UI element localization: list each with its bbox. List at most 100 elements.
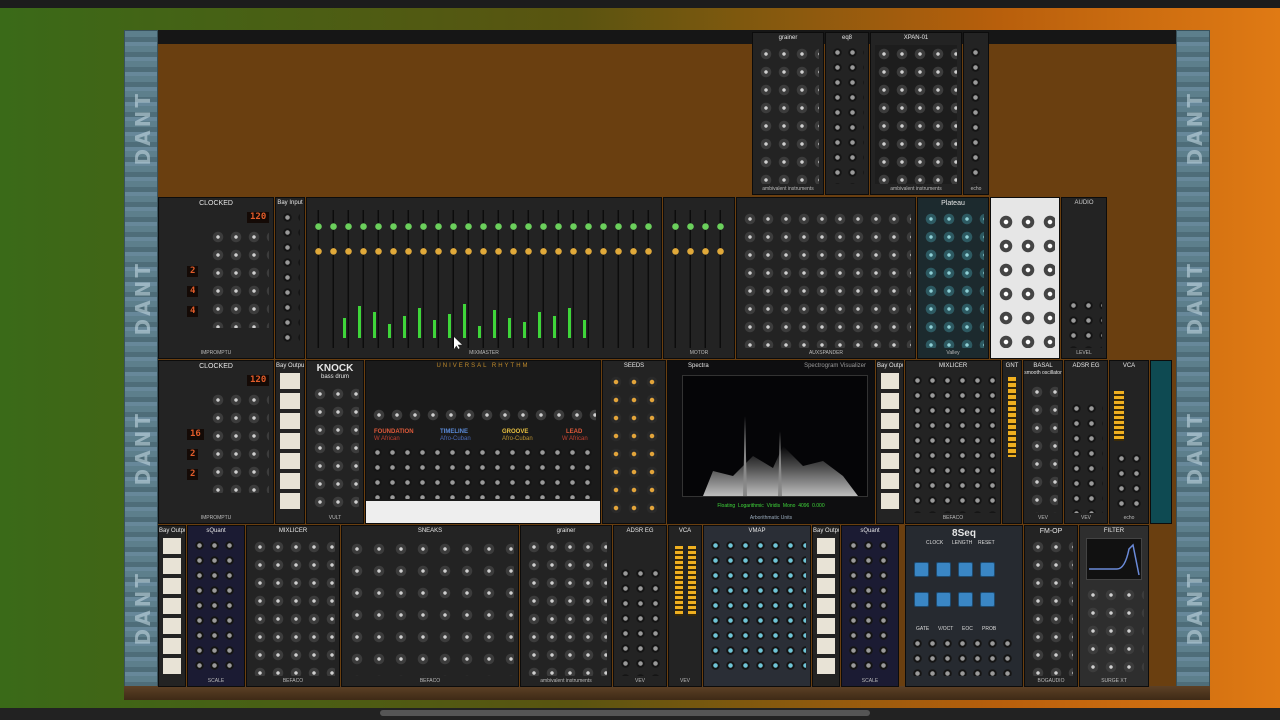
aux-strips[interactable] [668, 210, 730, 348]
module-vca-3[interactable]: VCA VEV [668, 525, 702, 687]
module-squant-1[interactable]: sQuant SCALE [187, 525, 245, 687]
spectra-settings[interactable]: Floating Logarithmic Viridis Mono 4096 0… [668, 503, 874, 509]
step-pad[interactable] [914, 592, 929, 607]
module-basal[interactable]: BASAL smooth oscillator VEV [1023, 360, 1063, 524]
horizontal-scrollbar[interactable] [0, 708, 1280, 720]
jack-grid[interactable] [370, 445, 596, 499]
module-fm-op[interactable]: FM-OP BOGAUDIO [1024, 525, 1078, 687]
module-audio[interactable]: AUDIO LEVEL [1061, 197, 1107, 359]
fader-level[interactable] [388, 324, 391, 338]
fader-level[interactable] [568, 308, 571, 338]
module-xpan[interactable]: XPAN-01 ambivalent instruments [870, 32, 962, 195]
module-vmap[interactable]: VMAP [703, 525, 811, 687]
step-pad[interactable] [958, 562, 973, 577]
jack-grid[interactable] [708, 538, 806, 676]
fader-level[interactable] [553, 316, 556, 338]
module-seeds[interactable]: SEEDS [602, 360, 666, 524]
module-bay-output-3b[interactable]: Bay Output [812, 525, 840, 687]
module-vca-2[interactable]: VCA echo [1109, 360, 1149, 524]
module-sneaks[interactable]: SNEAKS BEFACO [341, 525, 519, 687]
knob-grid[interactable] [922, 210, 984, 348]
output-cells[interactable] [817, 538, 835, 676]
knob-grid[interactable] [875, 45, 957, 184]
fader-level[interactable] [493, 310, 496, 338]
module-squant-2[interactable]: sQuant SCALE [841, 525, 899, 687]
module-eq8[interactable]: eq8 [825, 32, 869, 195]
fader-level[interactable] [478, 326, 481, 338]
knob-grid[interactable] [209, 228, 269, 328]
jack-grid[interactable] [830, 45, 864, 184]
step-pad[interactable] [958, 592, 973, 607]
module-bay-input-1[interactable]: Bay Input [275, 197, 305, 359]
jack-grid[interactable] [280, 210, 300, 348]
knob-grid[interactable] [607, 373, 661, 513]
module-bay-output-3[interactable]: Bay Output [158, 525, 186, 687]
module-mix-white[interactable] [990, 197, 1060, 359]
module-filter[interactable]: FILTER SURGE XT [1079, 525, 1149, 687]
module-grainer-top[interactable]: grainer ambivalent instruments [752, 32, 824, 195]
fader-level[interactable] [583, 320, 586, 338]
step-pad[interactable] [936, 562, 951, 577]
knob-grid[interactable] [525, 538, 607, 676]
module-plateau[interactable]: Plateau Valley [917, 197, 989, 359]
fader-level[interactable] [508, 318, 511, 338]
module-knock[interactable]: KNOCK bass drum VULT [306, 360, 364, 524]
knob-grid[interactable] [346, 538, 514, 676]
output-cells[interactable] [163, 538, 181, 676]
jack-grid[interactable] [1114, 451, 1144, 513]
mixer-channel-strips[interactable] [311, 210, 657, 348]
knob-row[interactable] [370, 406, 596, 423]
jack-grid[interactable] [618, 566, 662, 676]
knob-grid[interactable] [1028, 383, 1058, 513]
module-spectra[interactable]: Spectra Spectrogram Visualizer Floating … [667, 360, 875, 524]
knob-grid[interactable] [251, 538, 335, 676]
module-universal-rhythm[interactable]: UNIVERSAL RHYTHM FOUNDATION W African TI… [365, 360, 601, 524]
knob-grid[interactable] [311, 385, 359, 513]
output-cells[interactable] [280, 373, 300, 513]
module-8seq[interactable]: 8Seq CLOCK LENGTH RESET GATE V/OCT EOC P… [905, 525, 1023, 687]
knob-grid[interactable] [1084, 586, 1144, 676]
fader-level[interactable] [523, 322, 526, 338]
module-mixlicer-3[interactable]: MIXLICER BEFACO [246, 525, 340, 687]
fader-level[interactable] [373, 312, 376, 338]
module-adsr-3[interactable]: ADSR EG VEV [613, 525, 667, 687]
module-adsr-2[interactable]: ADSR EG VEV [1064, 360, 1108, 524]
module-mixmaster[interactable]: MIXMASTER [306, 197, 662, 359]
knob-grid[interactable] [1029, 538, 1073, 676]
knob-grid[interactable] [757, 45, 819, 184]
jack-grid[interactable] [192, 538, 240, 676]
module-grainer-3[interactable]: grainer ambivalent instruments [520, 525, 612, 687]
fader-level[interactable] [418, 308, 421, 338]
fader-level[interactable] [448, 314, 451, 338]
scrollbar-thumb[interactable] [380, 710, 870, 716]
module-gnt[interactable]: GNT [1002, 360, 1022, 524]
fader-level[interactable] [343, 318, 346, 338]
module-bay-output-2b[interactable]: Bay Output [876, 360, 904, 524]
fader-level[interactable] [433, 320, 436, 338]
step-pad[interactable] [914, 562, 929, 577]
jack-grid[interactable] [910, 636, 1018, 676]
fader-level[interactable] [538, 312, 541, 338]
output-cells[interactable] [881, 373, 899, 513]
module-mixlicer-2[interactable]: MIXLICER BEFACO [905, 360, 1001, 524]
fader-level[interactable] [403, 316, 406, 338]
step-pad[interactable] [936, 592, 951, 607]
fader-level[interactable] [463, 304, 466, 338]
module-clocked-2[interactable]: CLOCKED 120 16 2 2 IMPROMPTU [158, 360, 274, 524]
module-misc-right[interactable]: echo [963, 32, 989, 195]
jack-grid[interactable] [910, 373, 996, 513]
module-auxspander[interactable]: AUXSPANDER [736, 197, 916, 359]
module-mixmaster-aux[interactable]: MOTOR [663, 197, 735, 359]
module-clocked-1[interactable]: CLOCKED 120 2 4 4 IMPROMPTU [158, 197, 274, 359]
step-pad[interactable] [980, 592, 995, 607]
jack-grid[interactable] [846, 538, 894, 676]
jack-grid[interactable] [968, 45, 984, 184]
jack-grid[interactable] [1066, 298, 1102, 348]
knob-grid[interactable] [995, 210, 1055, 348]
step-pad[interactable] [980, 562, 995, 577]
knob-grid[interactable] [741, 210, 911, 348]
module-bay-output-2[interactable]: Bay Output [275, 360, 305, 524]
fader-level[interactable] [358, 306, 361, 338]
knob-grid[interactable] [209, 391, 269, 493]
jack-grid[interactable] [1069, 401, 1103, 513]
